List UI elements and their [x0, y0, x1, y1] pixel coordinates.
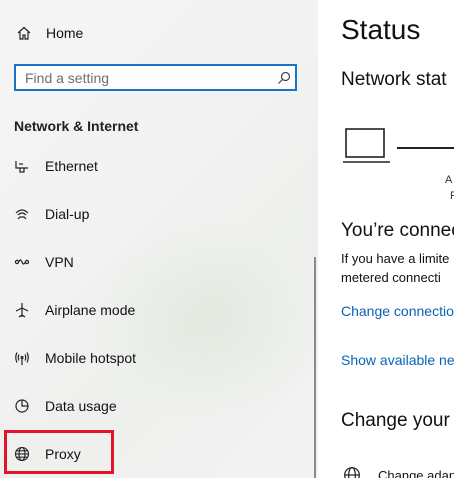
- search-icon[interactable]: [273, 71, 295, 85]
- network-status-heading: Network stat: [341, 69, 447, 90]
- sidebar-item-label: Ethernet: [45, 158, 98, 174]
- info-line-1: If you have a limite: [341, 251, 450, 266]
- sidebar-item-vpn[interactable]: VPN: [12, 248, 302, 276]
- laptop-icon: [343, 126, 391, 171]
- connection-status-heading: You’re connect: [341, 220, 454, 241]
- sidebar-item-mobile-hotspot[interactable]: Mobile hotspot: [12, 344, 302, 372]
- data-usage-icon: [12, 396, 32, 416]
- diagram-label-2: P: [450, 190, 454, 202]
- search-box[interactable]: [14, 64, 297, 91]
- sidebar-item-label: Mobile hotspot: [45, 350, 137, 366]
- search-input[interactable]: [16, 66, 273, 89]
- connection-line: [397, 147, 454, 149]
- hotspot-icon: [12, 348, 32, 368]
- info-line-2: metered connecti: [341, 270, 441, 285]
- sidebar-item-label: Airplane mode: [45, 302, 136, 318]
- dial-up-icon: [12, 204, 32, 224]
- page-title: Status: [341, 14, 421, 45]
- sidebar-item-dial-up[interactable]: Dial-up: [12, 200, 302, 228]
- proxy-highlight-box: [4, 430, 114, 474]
- sidebar-item-data-usage[interactable]: Data usage: [12, 392, 302, 420]
- sidebar-item-label: VPN: [45, 254, 74, 270]
- sidebar-item-label: Dial-up: [45, 206, 90, 222]
- settings-sidebar: Home Network & Internet Ethernet: [0, 0, 318, 478]
- sidebar-item-label: Data usage: [45, 398, 117, 414]
- sidebar-item-ethernet[interactable]: Ethernet: [12, 152, 302, 180]
- diagram-label-1: A: [445, 174, 453, 186]
- home-label: Home: [46, 25, 84, 41]
- sidebar-item-airplane-mode[interactable]: Airplane mode: [12, 296, 302, 324]
- main-content: Status Network stat A P You’re connect I…: [318, 0, 454, 478]
- vpn-icon: [12, 252, 32, 272]
- change-adapter-option[interactable]: Change adap: [378, 468, 454, 478]
- change-settings-heading: Change your: [341, 410, 450, 431]
- adapter-globe-icon: [343, 466, 361, 478]
- airplane-icon: [12, 300, 32, 320]
- section-title: Network & Internet: [14, 118, 139, 134]
- home-nav-item[interactable]: Home: [14, 20, 83, 46]
- show-available-networks-link[interactable]: Show available ne: [341, 352, 454, 368]
- ethernet-icon: [12, 156, 32, 176]
- home-icon: [14, 23, 34, 43]
- sidebar-scrollbar[interactable]: [314, 257, 316, 478]
- change-connection-link[interactable]: Change connectio: [341, 303, 454, 319]
